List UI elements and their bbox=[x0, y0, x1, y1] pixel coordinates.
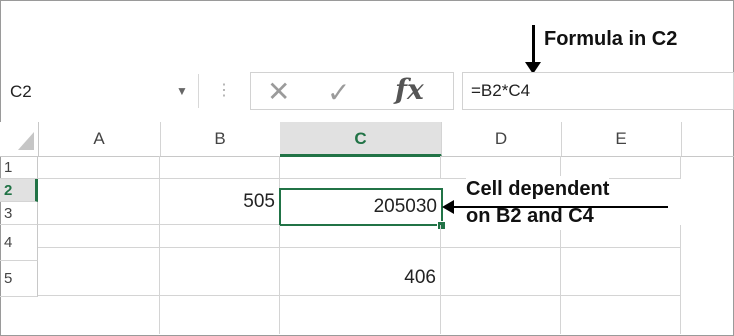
cell-a4[interactable] bbox=[38, 248, 160, 296]
insert-function-icon[interactable]: fx bbox=[395, 73, 424, 106]
formula-buttons: ✕ ✓ fx bbox=[250, 72, 454, 110]
chevron-down-icon[interactable]: ▼ bbox=[176, 84, 188, 98]
formula-bar: C2 ▼ ⋮ ✕ ✓ fx =B2*C4 bbox=[0, 70, 734, 110]
annotation-arrow-down bbox=[532, 25, 535, 67]
cell-a2[interactable] bbox=[38, 179, 160, 225]
annotation-formula-note: Formula in C2 bbox=[544, 28, 678, 50]
cell-c5[interactable] bbox=[280, 296, 441, 334]
cell-a3[interactable] bbox=[38, 225, 160, 248]
annotation-line-1: Cell dependent bbox=[466, 178, 610, 200]
cell-b1[interactable] bbox=[160, 156, 280, 179]
formula-input[interactable]: =B2*C4 bbox=[462, 72, 734, 110]
cell-c2-active[interactable]: 205030 bbox=[279, 188, 443, 226]
select-all-button[interactable] bbox=[0, 122, 39, 157]
cell-e4[interactable] bbox=[561, 248, 681, 296]
cell-d5[interactable] bbox=[441, 296, 561, 334]
cell-b3[interactable] bbox=[160, 225, 280, 248]
column-header-e[interactable]: E bbox=[561, 122, 682, 157]
enter-check-icon[interactable]: ✓ bbox=[327, 76, 350, 109]
row-header-5[interactable]: 5 bbox=[0, 261, 38, 297]
formula-text[interactable]: =B2*C4 bbox=[471, 81, 530, 101]
select-all-triangle-icon bbox=[18, 132, 34, 150]
annotation-dependent-note: Cell dependent on B2 and C4 bbox=[466, 176, 610, 230]
worksheet-grid: A B C D E 1 2 3 4 5 505 205030 406 bbox=[0, 122, 734, 334]
column-header-a[interactable]: A bbox=[38, 122, 161, 157]
cell-c4[interactable]: 406 bbox=[280, 248, 441, 296]
annotation-arrow-left bbox=[452, 206, 668, 208]
cell-c1[interactable] bbox=[280, 156, 441, 179]
name-box[interactable]: C2 ▼ bbox=[2, 74, 199, 108]
annotation-arrow-left-head bbox=[442, 200, 454, 214]
cell-a5[interactable] bbox=[38, 296, 160, 334]
row-header-1[interactable]: 1 bbox=[0, 156, 38, 179]
cell-c3[interactable] bbox=[280, 225, 441, 248]
name-box-value[interactable]: C2 bbox=[10, 82, 32, 102]
column-header-b[interactable]: B bbox=[160, 122, 281, 157]
cell-d4[interactable] bbox=[441, 248, 561, 296]
column-header-d[interactable]: D bbox=[441, 122, 562, 157]
cancel-icon[interactable]: ✕ bbox=[267, 75, 290, 108]
row-header-2[interactable]: 2 bbox=[0, 179, 38, 202]
column-header-f[interactable] bbox=[681, 122, 734, 157]
cell-e5[interactable] bbox=[561, 296, 681, 334]
row-header-4[interactable]: 4 bbox=[0, 225, 38, 261]
cell-b4[interactable] bbox=[160, 248, 280, 296]
cell-b5[interactable] bbox=[160, 296, 280, 334]
cell-a1[interactable] bbox=[38, 156, 160, 179]
vertical-dots-icon[interactable]: ⋮ bbox=[216, 80, 232, 100]
column-header-c[interactable]: C bbox=[280, 122, 442, 157]
cell-b2[interactable]: 505 bbox=[160, 179, 280, 225]
row-header-3[interactable]: 3 bbox=[0, 202, 38, 225]
